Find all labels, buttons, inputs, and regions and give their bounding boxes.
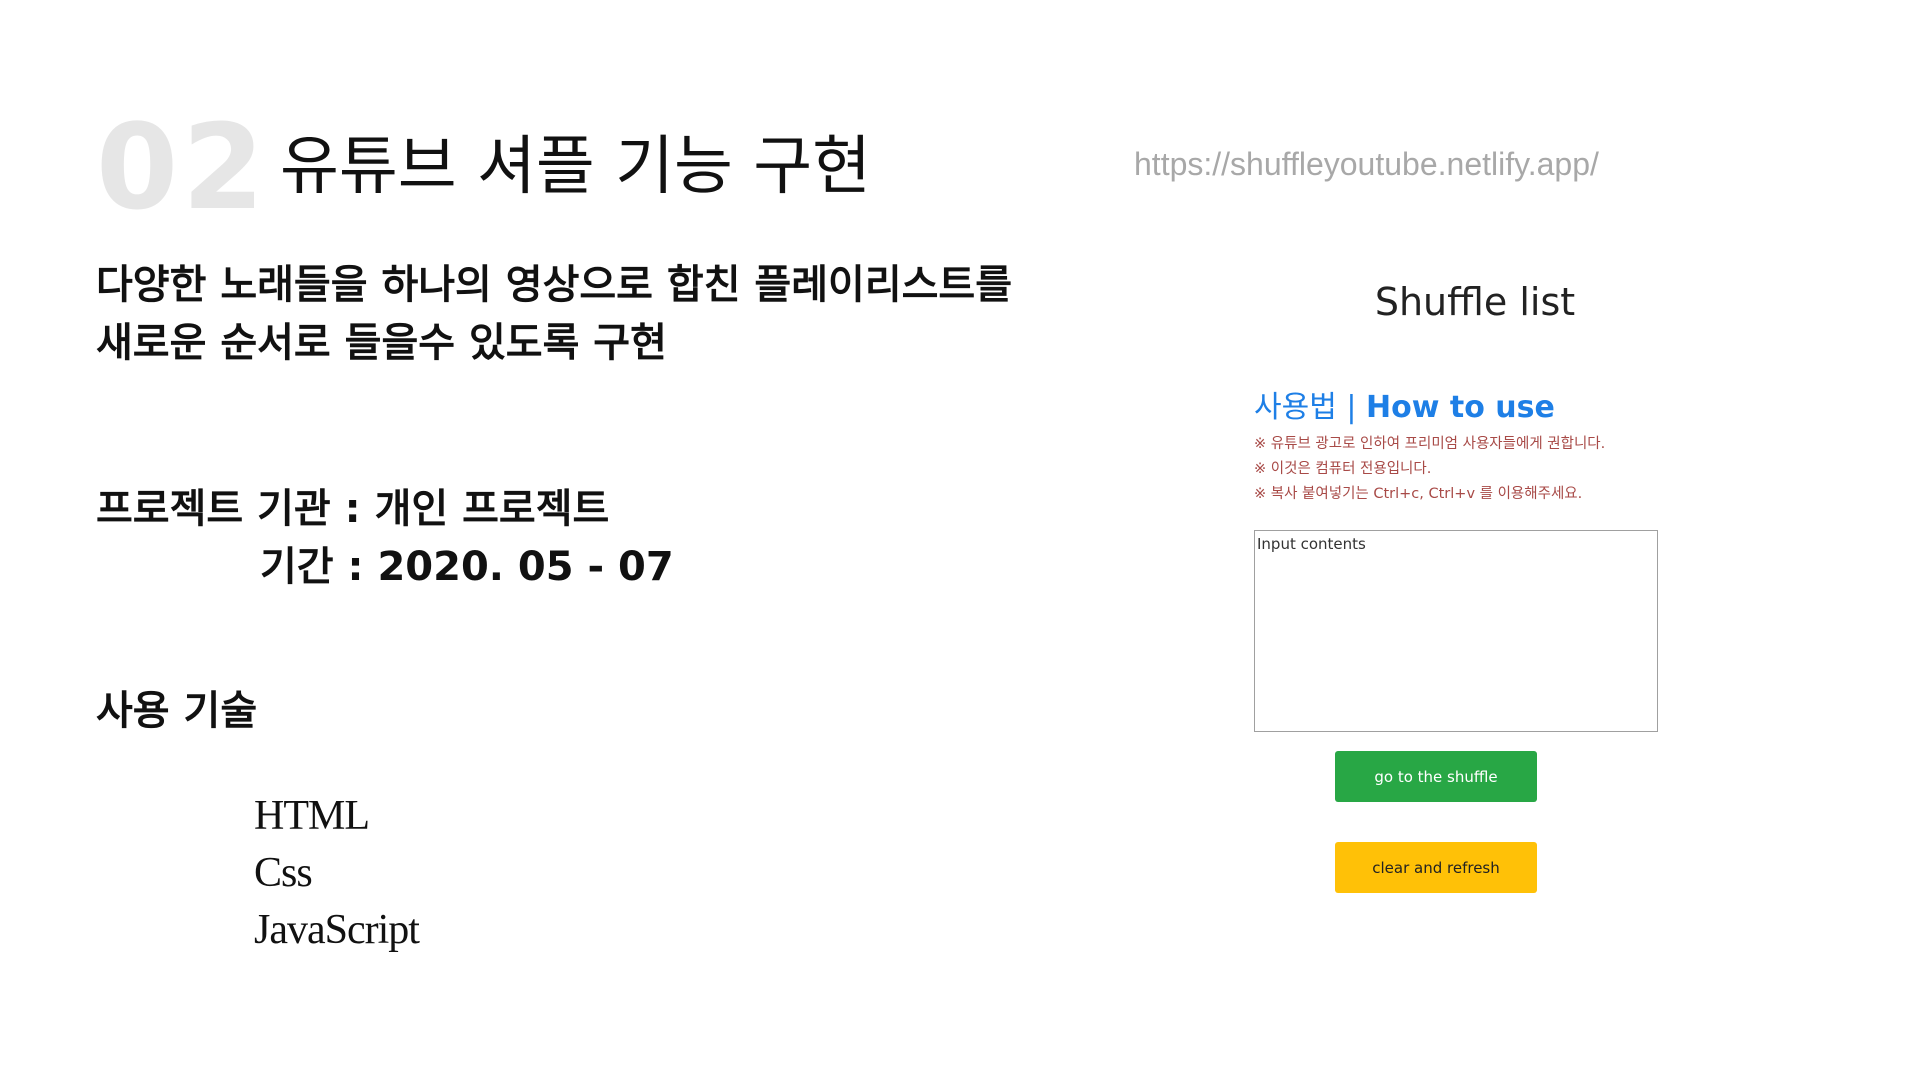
slide-title: 유튜브 셔플 기능 구현 — [280, 130, 871, 204]
howto-heading: 사용법 | How to use — [1254, 382, 1555, 426]
usage-note: ※ 복사 붙여넣기는 Ctrl+c, Ctrl+v 를 이용해주세요. — [1254, 486, 1583, 502]
usage-notes: ※ 유튜브 광고로 인하여 프리미엄 사용자들에게 권합니다. ※ 이것은 컴퓨… — [1254, 432, 1605, 507]
tech-item: HTML — [254, 793, 370, 839]
app-title: Shuffle list — [1374, 280, 1576, 324]
clear-refresh-button[interactable]: clear and refresh — [1335, 842, 1537, 893]
project-org: 프로젝트 기관 : 개인 프로젝트 — [96, 486, 610, 532]
usage-note: ※ 유튜브 광고로 인하여 프리미엄 사용자들에게 권합니다. — [1254, 436, 1606, 452]
howto-separator: | — [1336, 390, 1366, 425]
shuffle-button[interactable]: go to the shuffle — [1335, 751, 1537, 802]
howto-korean: 사용법 — [1254, 390, 1337, 425]
tech-heading: 사용 기술 — [96, 688, 258, 734]
tech-item: JavaScript — [254, 907, 420, 953]
description-line: 다양한 노래들을 하나의 영상으로 합친 플레이리스트를 — [96, 262, 1013, 308]
usage-note: ※ 이것은 컴퓨터 전용입니다. — [1254, 461, 1432, 477]
project-info: 프로젝트 기관 : 개인 프로젝트 기간 : 2020. 05 - 07 — [96, 480, 674, 596]
tech-item: Css — [254, 850, 313, 896]
project-description: 다양한 노래들을 하나의 영상으로 합친 플레이리스트를 새로운 순서로 들을수… — [96, 256, 1012, 372]
project-period: 기간 : 2020. 05 - 07 — [260, 544, 674, 590]
description-line: 새로운 순서로 들을수 있도록 구현 — [96, 320, 667, 366]
howto-english: How to use — [1366, 390, 1555, 425]
slide-number: 02 — [96, 98, 269, 236]
tech-list: HTML Css JavaScript — [254, 788, 420, 959]
site-url-link[interactable]: https://shuffleyoutube.netlify.app/ — [1134, 146, 1599, 183]
input-contents-field[interactable] — [1254, 530, 1658, 732]
